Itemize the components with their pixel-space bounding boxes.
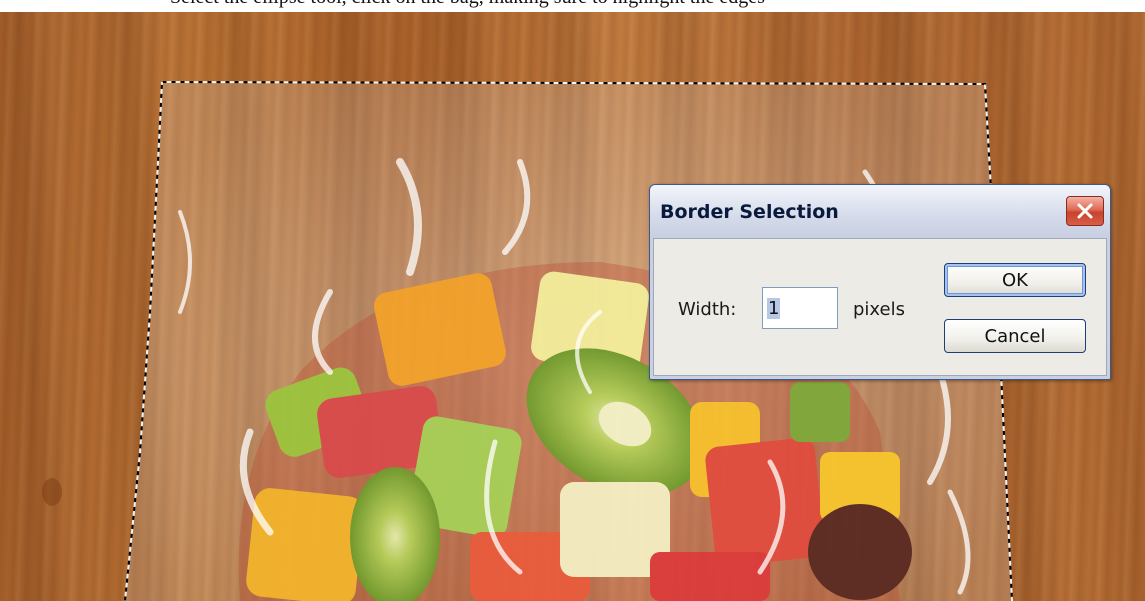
wood-knot (42, 478, 62, 506)
width-input[interactable]: 1 (762, 287, 838, 329)
dialog-body: Width: 1 pixels OK Cancel (653, 238, 1107, 376)
ok-button[interactable]: OK (944, 263, 1086, 297)
page-caption-strip: Select the ellipse tool, click on the ba… (0, 0, 1145, 12)
unit-label: pixels (853, 299, 905, 320)
page-caption: Select the ellipse tool, click on the ba… (170, 0, 765, 9)
width-value: 1 (767, 297, 781, 319)
width-label: Width: (678, 299, 737, 320)
dialog-title: Border Selection (660, 201, 839, 223)
close-icon (1077, 203, 1093, 219)
close-button[interactable] (1066, 196, 1104, 226)
border-selection-dialog: Border Selection Width: 1 pixels OK Canc… (649, 184, 1111, 380)
dialog-titlebar[interactable]: Border Selection (650, 185, 1110, 237)
cancel-button[interactable]: Cancel (944, 319, 1086, 353)
